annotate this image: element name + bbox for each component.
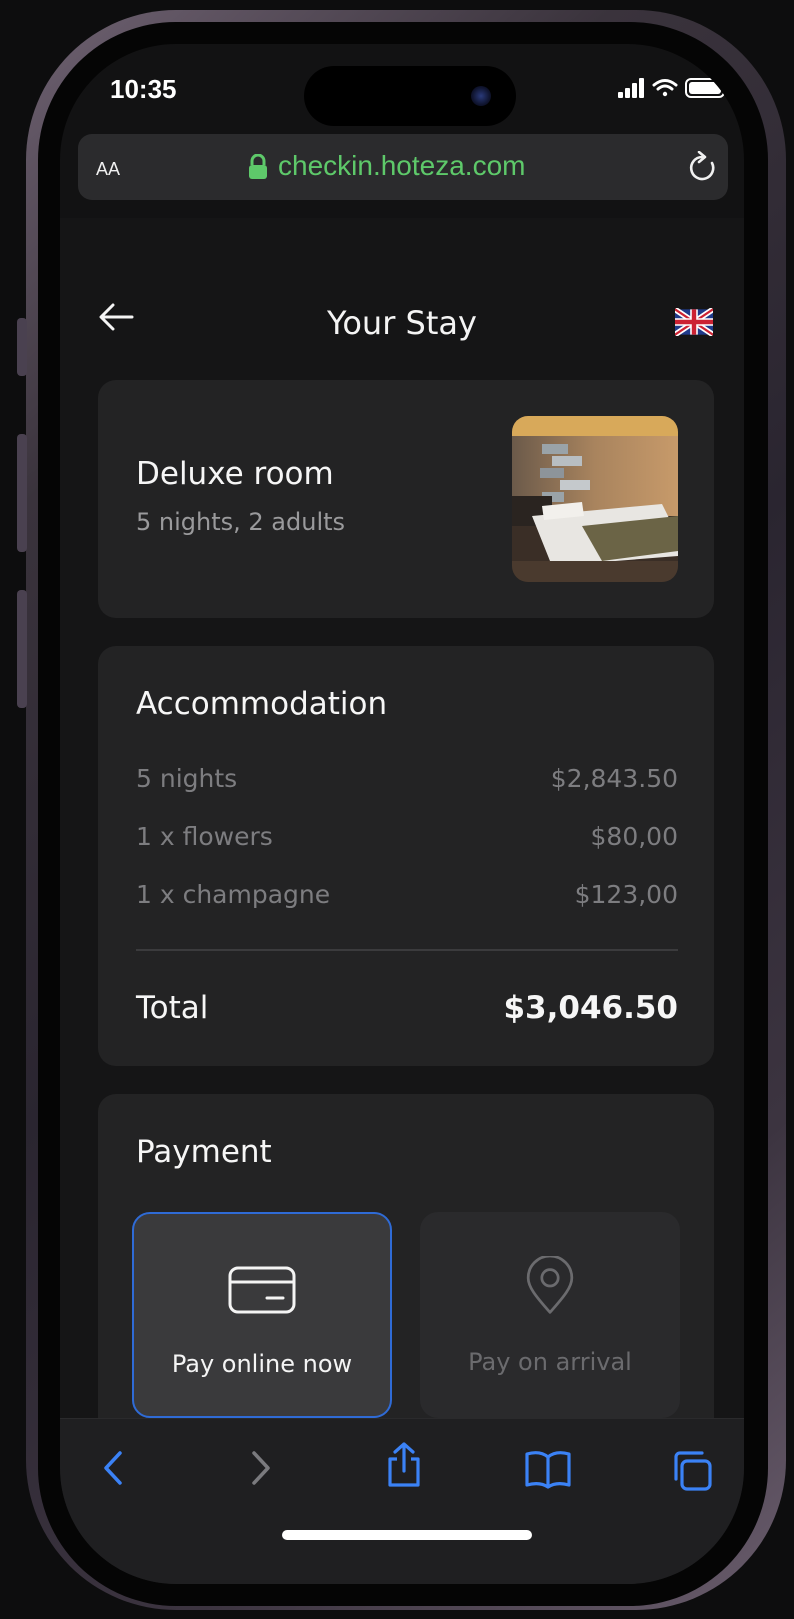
browser-toolbar	[60, 1418, 744, 1584]
total-label: Total	[136, 990, 209, 1026]
total-row: Total $3,046.50	[136, 990, 678, 1026]
lock-icon	[249, 154, 267, 179]
line-item-label: 5 nights	[136, 764, 238, 793]
wifi-icon	[652, 79, 678, 97]
accommodation-card: Accommodation 5 nights $2,843.50 1 x flo…	[98, 646, 714, 1066]
credit-card-icon	[228, 1266, 296, 1314]
room-photo	[512, 416, 678, 582]
line-item-price: $80,00	[590, 822, 678, 851]
line-item-label: 1 x flowers	[136, 822, 273, 851]
web-page: Your Stay Deluxe room 5 nights, 2 adults	[60, 218, 744, 1494]
payment-heading: Payment	[136, 1134, 272, 1170]
accommodation-heading: Accommodation	[136, 686, 388, 722]
dynamic-island	[304, 66, 516, 126]
front-camera	[471, 86, 491, 106]
location-pin-icon	[526, 1256, 574, 1314]
pay-online-label: Pay online now	[171, 1350, 353, 1378]
room-details: 5 nights, 2 adults	[136, 508, 346, 536]
bookmarks-icon[interactable]	[524, 1449, 572, 1489]
status-time: 10:35	[110, 74, 177, 104]
line-item: 1 x champagne $123,00	[136, 880, 678, 909]
line-item-price: $2,843.50	[550, 764, 678, 793]
phone-screen: 10:35 AA checkin.hoteza.com Your Stay De…	[60, 44, 744, 1584]
volume-down-button	[17, 590, 27, 708]
pay-online-option[interactable]: Pay online now	[132, 1212, 392, 1418]
total-amount: $3,046.50	[503, 990, 678, 1026]
status-icons	[616, 76, 736, 104]
uk-flag-icon[interactable]	[675, 308, 713, 336]
action-button	[17, 318, 27, 376]
divider	[136, 949, 678, 951]
page-title: Your Stay	[327, 304, 477, 342]
url-text[interactable]: checkin.hoteza.com	[278, 150, 525, 182]
line-item: 1 x flowers $80,00	[136, 822, 678, 851]
text-size-label: AA	[96, 159, 121, 179]
share-icon[interactable]	[384, 1441, 424, 1489]
signal-icon	[618, 78, 644, 98]
home-indicator[interactable]	[282, 1530, 532, 1540]
pay-arrival-label: Pay on arrival	[468, 1348, 632, 1376]
pay-arrival-option[interactable]: Pay on arrival	[420, 1212, 680, 1418]
room-name: Deluxe room	[136, 456, 334, 492]
line-item-label: 1 x champagne	[136, 880, 331, 909]
line-item: 5 nights $2,843.50	[136, 764, 678, 793]
volume-up-button	[17, 434, 27, 552]
room-card[interactable]: Deluxe room 5 nights, 2 adults	[98, 380, 714, 618]
tabs-icon[interactable]	[670, 1449, 714, 1493]
browser-address-bar[interactable]: AA checkin.hoteza.com	[78, 134, 728, 200]
battery-icon	[685, 78, 729, 98]
back-icon[interactable]	[98, 1449, 128, 1487]
line-item-price: $123,00	[574, 880, 678, 909]
reload-icon[interactable]	[688, 151, 718, 183]
forward-icon[interactable]	[246, 1449, 276, 1487]
text-size-button[interactable]: AA	[96, 151, 120, 182]
